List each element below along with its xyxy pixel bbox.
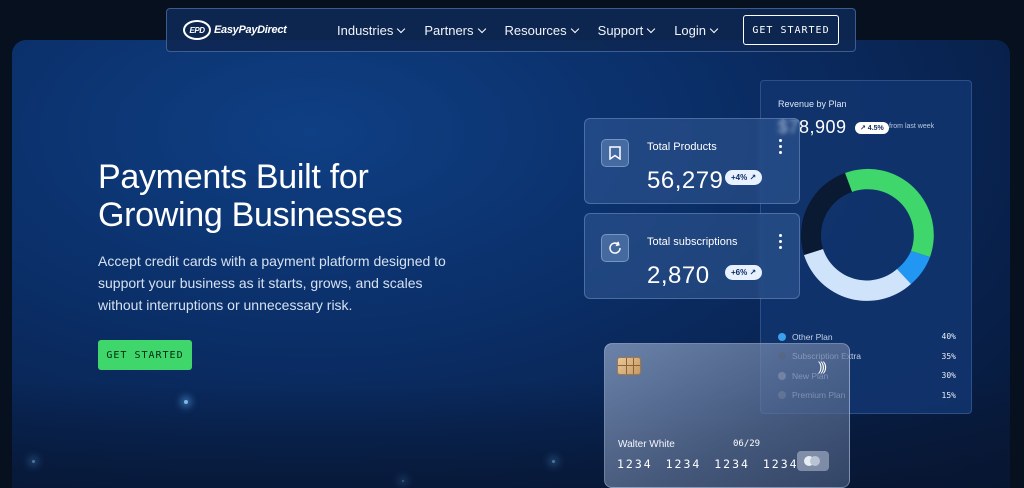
logo-text: EasyPayDirect bbox=[214, 24, 287, 36]
revenue-note: from last week bbox=[889, 123, 935, 130]
legend-value: 30% bbox=[941, 371, 956, 381]
legend-value: 40% bbox=[941, 332, 956, 342]
nav-item-resources[interactable]: Resources bbox=[504, 22, 579, 38]
get-started-hero-button[interactable]: GET STARTED bbox=[98, 340, 192, 370]
kebab-menu-icon[interactable] bbox=[779, 234, 783, 252]
nav-item-label: Industries bbox=[337, 22, 394, 38]
chevron-down-icon bbox=[477, 24, 486, 33]
stat-value: 56,279 bbox=[647, 167, 724, 194]
top-navbar: EPD EasyPayDirect Industries Partners Re… bbox=[166, 8, 856, 52]
revenue-donut-chart bbox=[800, 168, 934, 301]
stat-change-badge: +4% ↗ bbox=[725, 170, 763, 185]
legend-value: 15% bbox=[941, 390, 956, 400]
logo-badge: EPD bbox=[183, 20, 211, 40]
card-chip-icon bbox=[617, 357, 641, 375]
nav-item-login[interactable]: Login bbox=[674, 22, 719, 38]
brand-logo[interactable]: EPD EasyPayDirect bbox=[183, 20, 313, 40]
stat-label: Total Products bbox=[647, 141, 717, 153]
nav-item-label: Login bbox=[674, 22, 707, 38]
nav-item-partners[interactable]: Partners bbox=[424, 22, 486, 38]
card-number: 1234 1234 1234 1234 bbox=[617, 457, 799, 471]
donut-segment-green bbox=[845, 168, 934, 257]
nav-menu: Industries Partners Resources Support Lo… bbox=[337, 23, 737, 38]
legend-name: Other Plan bbox=[792, 331, 833, 342]
chevron-down-icon bbox=[646, 24, 656, 33]
glow-dot bbox=[184, 400, 188, 404]
glow-dot bbox=[402, 480, 404, 482]
get-started-nav-button[interactable]: GET STARTED bbox=[743, 15, 839, 45]
stat-label: Total subscriptions bbox=[647, 236, 738, 248]
chevron-down-icon bbox=[570, 24, 579, 33]
total-products-card: Total Products 56,279 +4% ↗ bbox=[584, 118, 800, 204]
nav-item-label: Partners bbox=[424, 22, 474, 38]
legend-value: 35% bbox=[941, 351, 956, 361]
nav-item-label: Support bbox=[597, 22, 644, 38]
headline-line-1: Payments Built for bbox=[98, 158, 369, 196]
stat-change-badge: +6% ↗ bbox=[725, 265, 763, 280]
nav-item-support[interactable]: Support bbox=[597, 22, 656, 38]
total-subscriptions-card: Total subscriptions 2,870 +6% ↗ bbox=[584, 213, 800, 299]
bookmark-icon bbox=[601, 139, 629, 167]
hero-headline: Payments Built for Growing Businesses bbox=[98, 158, 403, 234]
donut-segment-dark bbox=[800, 173, 852, 255]
card-holder-name: Walter White bbox=[618, 439, 675, 450]
hero-subtext: Accept credit cards with a payment platf… bbox=[98, 253, 446, 313]
stat-value: 2,870 bbox=[647, 262, 710, 289]
glow-dot bbox=[552, 460, 555, 463]
card-expiry: 06/29 bbox=[733, 439, 761, 449]
revenue-title: Revenue by Plan bbox=[778, 99, 847, 109]
kebab-menu-icon[interactable] bbox=[779, 139, 783, 157]
nav-item-label: Resources bbox=[504, 22, 567, 38]
revenue-change-badge: ↗ 4.5% bbox=[855, 122, 889, 134]
contactless-icon: ))) bbox=[818, 359, 827, 374]
card-brand-icon bbox=[797, 451, 829, 471]
legend-dot bbox=[778, 332, 786, 341]
chevron-down-icon bbox=[709, 24, 719, 33]
chevron-down-icon bbox=[397, 24, 406, 33]
nav-item-industries[interactable]: Industries bbox=[337, 22, 406, 38]
donut-segment-light bbox=[804, 249, 911, 301]
refresh-icon bbox=[601, 234, 629, 262]
headline-line-2: Growing Businesses bbox=[98, 196, 403, 234]
glow-dot bbox=[32, 460, 35, 463]
credit-card-illustration: ))) Walter White 06/29 1234 1234 1234 12… bbox=[604, 343, 850, 488]
